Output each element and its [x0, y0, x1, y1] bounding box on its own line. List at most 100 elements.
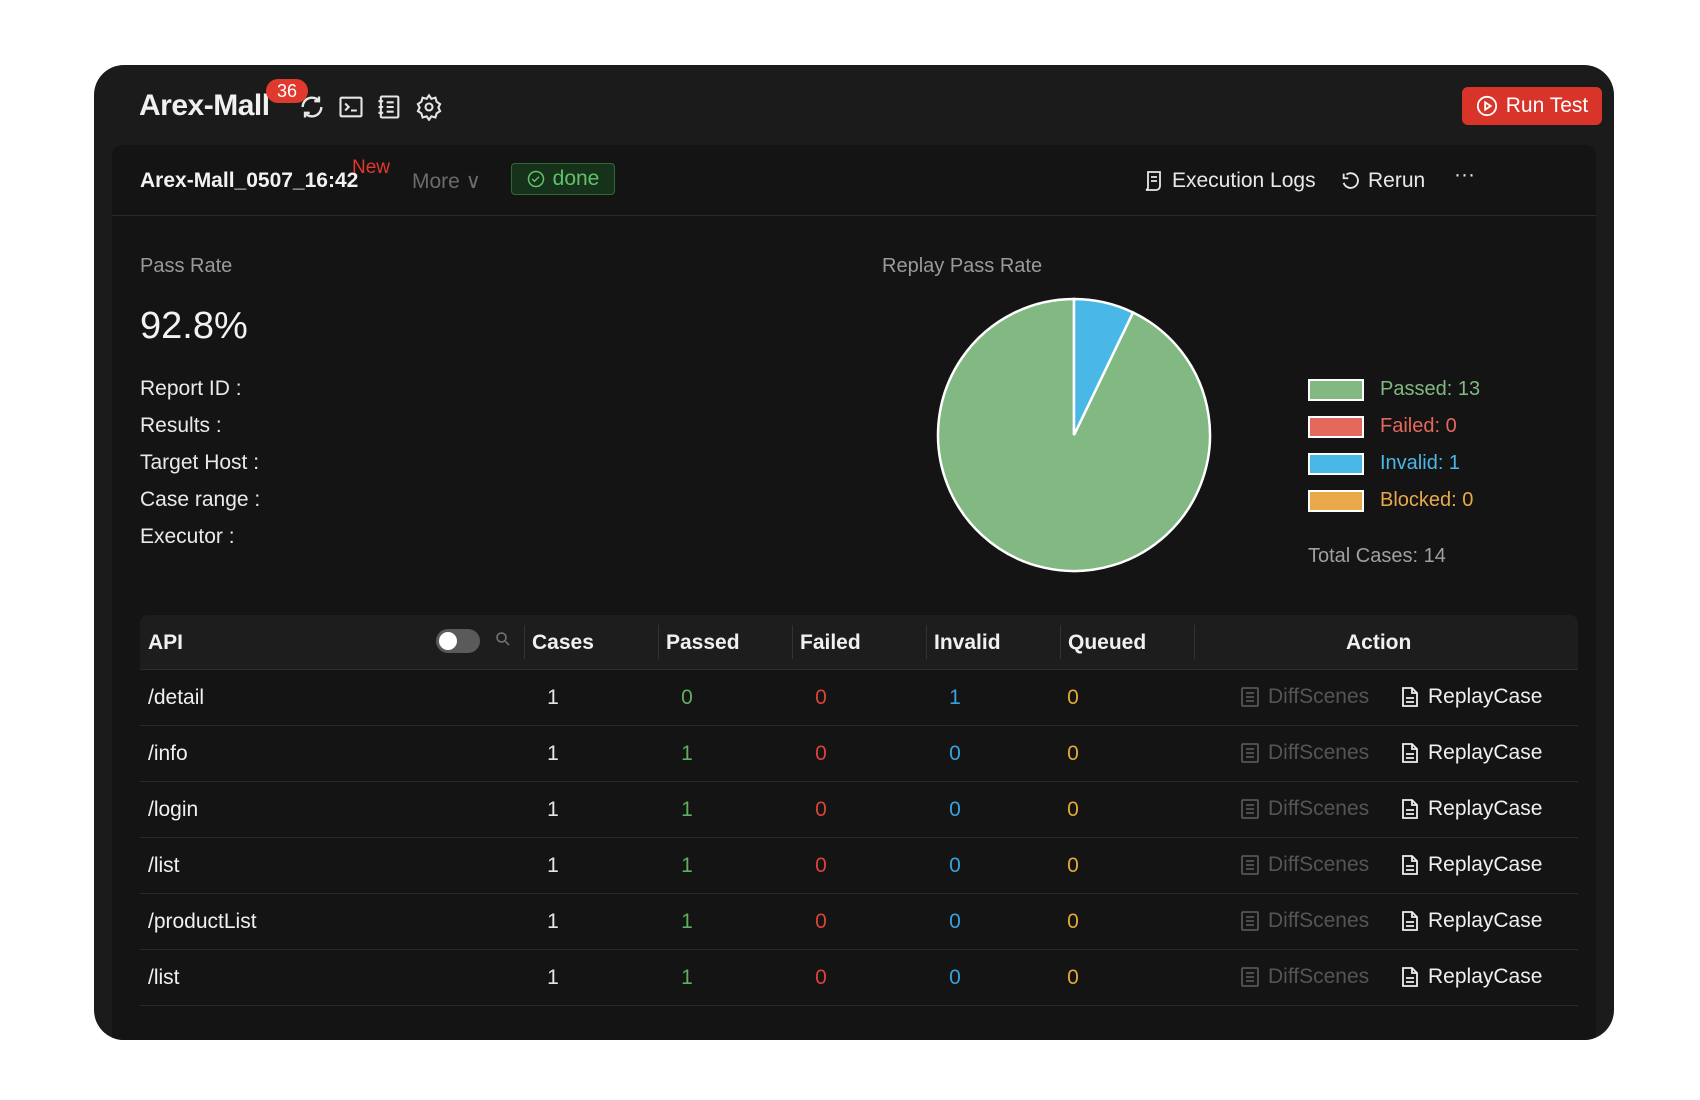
header-action: Action — [1346, 631, 1412, 654]
execution-logs-label: Execution Logs — [1172, 169, 1316, 192]
legend-swatch-passed — [1308, 378, 1364, 401]
cell-queued: 0 — [1067, 742, 1079, 765]
status-badge: done — [511, 163, 615, 195]
search-icon[interactable] — [494, 630, 512, 654]
document-icon — [1402, 911, 1418, 931]
run-test-button[interactable]: Run Test — [1462, 87, 1602, 125]
cell-invalid: 0 — [949, 798, 961, 821]
execution-logs-button[interactable]: Execution Logs — [1142, 169, 1316, 193]
legend-swatch-invalid — [1308, 452, 1364, 475]
new-tag: New — [352, 157, 391, 178]
cell-failed: 0 — [815, 686, 827, 709]
diff-scenes-label: DiffScenes — [1268, 741, 1370, 764]
api-table: API Cases Passed Failed Invalid Queued A… — [140, 615, 1578, 1006]
legend-swatch-failed — [1308, 415, 1364, 438]
replay-case-button[interactable]: ReplayCase — [1400, 741, 1542, 765]
gear-icon[interactable] — [415, 93, 443, 122]
report-id-label: Report ID : — [140, 377, 242, 400]
pass-rate-value: 92.8% — [140, 305, 248, 347]
run-test-label: Run Test — [1505, 94, 1589, 117]
cell-invalid: 0 — [949, 742, 961, 765]
document-list-icon — [1241, 799, 1259, 819]
header-queued: Queued — [1068, 631, 1147, 654]
legend-invalid[interactable]: Invalid: 1 — [1308, 445, 1480, 482]
legend-label-failed: Failed: 0 — [1380, 415, 1457, 437]
replay-case-button[interactable]: ReplayCase — [1400, 797, 1542, 821]
cell-queued: 0 — [1067, 910, 1079, 933]
refresh-icon[interactable] — [298, 93, 326, 121]
replay-case-button[interactable]: ReplayCase — [1400, 965, 1542, 989]
table-row: /list 1 1 0 0 0 DiffScenes ReplayCase — [140, 950, 1578, 1006]
legend-failed[interactable]: Failed: 0 — [1308, 408, 1480, 445]
cell-failed: 0 — [815, 798, 827, 821]
diff-scenes-button[interactable]: DiffScenes — [1240, 685, 1369, 709]
legend-blocked[interactable]: Blocked: 0 — [1308, 482, 1480, 519]
replay-case-button[interactable]: ReplayCase — [1400, 685, 1542, 709]
legend-label-invalid: Invalid: 1 — [1380, 452, 1461, 474]
replay-case-button[interactable]: ReplayCase — [1400, 909, 1542, 933]
replay-case-label: ReplayCase — [1428, 685, 1543, 708]
column-separator — [926, 625, 927, 659]
cell-queued: 0 — [1067, 798, 1079, 821]
column-separator — [658, 625, 659, 659]
report-header: Arex-Mall_0507_16:42 New More ∨ done Exe… — [112, 145, 1596, 216]
report-icon[interactable] — [375, 93, 403, 121]
cell-failed: 0 — [815, 854, 827, 877]
toggle-knob — [439, 632, 457, 650]
replay-case-label: ReplayCase — [1428, 853, 1543, 876]
document-icon — [1402, 687, 1418, 707]
cell-passed: 1 — [681, 854, 693, 877]
top-bar: Arex-Mall 36 Run Test — [94, 65, 1614, 143]
diff-scenes-button[interactable]: DiffScenes — [1240, 965, 1369, 989]
results-label: Results : — [140, 414, 222, 437]
column-separator — [792, 625, 793, 659]
document-list-icon — [1241, 855, 1259, 875]
table-row: /login 1 1 0 0 0 DiffScenes ReplayCase — [140, 782, 1578, 838]
more-options-icon[interactable]: ··· — [1454, 163, 1475, 187]
rerun-button[interactable]: Rerun — [1340, 169, 1425, 193]
replay-case-label: ReplayCase — [1428, 965, 1543, 988]
cell-invalid: 1 — [949, 686, 961, 709]
header-invalid: Invalid — [934, 631, 1001, 654]
chart-title: Replay Pass Rate — [882, 255, 1043, 277]
filter-toggle[interactable] — [436, 629, 480, 653]
column-separator — [524, 625, 525, 659]
table-row: /detail 1 0 0 1 0 DiffScenes ReplayCase — [140, 670, 1578, 726]
cell-failed: 0 — [815, 742, 827, 765]
replay-case-button[interactable]: ReplayCase — [1400, 853, 1542, 877]
report-name: Arex-Mall_0507_16:42 — [140, 169, 359, 192]
api-path: /list — [148, 966, 180, 989]
cell-passed: 1 — [681, 966, 693, 989]
diff-scenes-button[interactable]: DiffScenes — [1240, 797, 1369, 821]
app-title: Arex-Mall — [139, 89, 270, 122]
terminal-icon[interactable] — [337, 93, 365, 121]
cell-passed: 1 — [681, 798, 693, 821]
more-dropdown[interactable]: More ∨ — [412, 169, 481, 194]
api-path: /detail — [148, 686, 205, 709]
api-path: /info — [148, 742, 188, 765]
document-icon — [1402, 967, 1418, 987]
cell-passed: 0 — [681, 686, 693, 709]
cell-invalid: 0 — [949, 910, 961, 933]
diff-scenes-button[interactable]: DiffScenes — [1240, 741, 1369, 765]
legend-passed[interactable]: Passed: 13 — [1308, 371, 1480, 408]
cell-failed: 0 — [815, 910, 827, 933]
table-body: /detail 1 0 0 1 0 DiffScenes ReplayCase/info 1 1 0… — [140, 670, 1578, 1006]
document-list-icon — [1241, 687, 1259, 707]
header-api: API — [148, 631, 184, 654]
diff-scenes-button[interactable]: DiffScenes — [1240, 909, 1369, 933]
pass-rate-pie-chart — [936, 297, 1212, 573]
rerun-icon — [1342, 172, 1359, 189]
legend-label-passed: Passed: 13 — [1380, 378, 1481, 400]
target-host-label: Target Host : — [140, 451, 260, 474]
diff-scenes-button[interactable]: DiffScenes — [1240, 853, 1369, 877]
cell-passed: 1 — [681, 742, 693, 765]
replay-case-label: ReplayCase — [1428, 797, 1543, 820]
report-panel: Arex-Mall_0507_16:42 New More ∨ done Exe… — [112, 145, 1596, 1040]
header-failed: Failed — [800, 631, 861, 654]
document-list-icon — [1241, 911, 1259, 931]
cell-cases: 1 — [547, 742, 559, 765]
pass-rate-label: Pass Rate — [140, 255, 233, 277]
legend-label-blocked: Blocked: 0 — [1380, 489, 1474, 511]
total-cases: Total Cases: 14 — [1308, 545, 1446, 567]
